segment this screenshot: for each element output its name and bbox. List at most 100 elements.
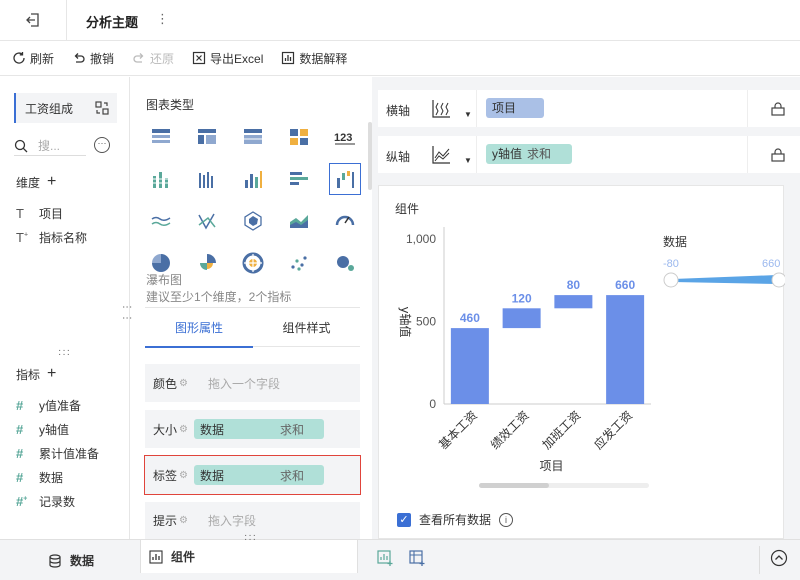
divider (66, 0, 67, 41)
dataset-selector[interactable]: 工资组成 (14, 93, 117, 123)
caret-down-icon[interactable]: ▼ (464, 156, 472, 165)
refresh-label: 刷新 (30, 51, 55, 66)
dataset-name: 工资组成 (25, 101, 74, 116)
resize-handle[interactable]: ··· ··· (58, 346, 71, 360)
tab-component-style[interactable]: 组件样式 (253, 308, 360, 348)
info-icon[interactable]: i (499, 512, 514, 527)
refresh-button[interactable]: 刷新 (12, 50, 54, 67)
text-field-icon: T (16, 206, 24, 221)
calculated-text-field-icon: T+ (16, 230, 29, 245)
selected-chart-name: 瀑布图 (146, 273, 183, 287)
chart-type-title: 图表类型 (146, 98, 195, 112)
color-property-row[interactable]: 颜色 ⚙ 拖入一个字段 (145, 364, 360, 402)
label-field-name: 数据 (199, 468, 224, 483)
metric-item[interactable]: # y值准备 (16, 397, 81, 414)
mixed-chart-icon[interactable] (283, 121, 315, 153)
tab-data[interactable]: 数据 (48, 540, 94, 580)
metric-title: 指标 (16, 367, 41, 382)
redo-button[interactable]: 还原 (132, 50, 174, 67)
horizontal-bar-chart-icon[interactable] (283, 163, 315, 195)
chart-scrollbar-thumb (479, 483, 549, 488)
rose-chart-icon[interactable] (191, 247, 223, 279)
waterfall-chart-icon[interactable] (329, 163, 361, 195)
panel-resize-handle[interactable]: ⋮⋮ (121, 302, 132, 324)
bar-chart-icon[interactable] (237, 163, 269, 195)
field-search-input[interactable]: 搜... (14, 136, 86, 156)
dimension-label: 项目 (39, 207, 64, 221)
detail-table-icon[interactable] (237, 121, 269, 153)
metric-label: y值准备 (39, 399, 82, 413)
scatter-chart-icon[interactable] (283, 247, 315, 279)
sunburst-chart-icon[interactable] (237, 247, 269, 279)
tooltip-drop-placeholder: 拖入字段 (207, 514, 256, 528)
size-field-pill[interactable]: 数据 求和 (193, 419, 324, 439)
line-chart-icon[interactable] (145, 205, 177, 237)
chart-editor: 横轴 ▼ 项目 纵轴 ▼ y轴值 求和 组件 0 500 1,000 y轴值 460 基本工… (372, 77, 800, 539)
label-property-row[interactable]: 标签 ⚙ 数据 求和 (144, 455, 361, 495)
add-table-component-icon[interactable] (408, 549, 426, 567)
legend-gradient-bar (673, 275, 777, 284)
lock-icon[interactable] (770, 147, 786, 163)
tab-graphic-properties[interactable]: 图形属性 (145, 308, 253, 348)
field-panel: 工资组成 搜... ··· 维度 + T 项目 T+ 指标名称 ··· ··· … (0, 77, 130, 539)
metric-item[interactable]: # 累计值准备 (16, 445, 99, 462)
settings-icon[interactable]: ⚙ (179, 378, 188, 389)
metric-item[interactable]: #+ 记录数 (16, 493, 75, 510)
lock-icon[interactable] (770, 101, 786, 117)
more-menu-icon[interactable]: ⋮ (156, 11, 169, 27)
grouped-bar-chart-icon[interactable] (191, 163, 223, 195)
metric-item[interactable]: # 数据 (16, 469, 63, 486)
add-metric-icon[interactable]: + (47, 365, 56, 383)
add-component-icon[interactable] (376, 549, 394, 567)
table-chart-icon[interactable] (145, 121, 177, 153)
kpi-number-icon[interactable]: 123 (329, 121, 361, 153)
metric-label: 数据 (39, 471, 64, 485)
y-field-name: y轴值 (492, 147, 523, 161)
show-all-data-checkbox[interactable]: ✓ 查看所有数据 i (397, 511, 514, 528)
y-field-pill[interactable]: y轴值 求和 (486, 144, 572, 164)
collapse-up-icon[interactable] (770, 549, 788, 567)
radar-chart-icon[interactable] (237, 205, 269, 237)
dimension-item[interactable]: T+ 指标名称 (16, 229, 87, 246)
undo-button[interactable]: 撤销 (72, 50, 114, 67)
size-field-name: 数据 (199, 422, 224, 437)
caret-down-icon[interactable]: ▼ (464, 110, 472, 119)
divider (747, 136, 748, 173)
checkbox-checked-icon[interactable]: ✓ (397, 512, 411, 527)
add-dimension-icon[interactable]: + (47, 173, 56, 191)
calculated-number-field-icon: #+ (16, 494, 28, 509)
export-excel-button[interactable]: 导出Excel (192, 50, 263, 67)
data-explain-button[interactable]: 数据解释 (281, 50, 347, 67)
dimension-item[interactable]: T 项目 (16, 205, 63, 222)
top-bar: 分析主题 ⋮ (0, 0, 800, 41)
bubble-chart-icon[interactable] (329, 247, 361, 279)
label-field-pill[interactable]: 数据 求和 (193, 465, 324, 485)
size-property-row[interactable]: 大小 ⚙ 数据 求和 (145, 410, 360, 448)
settings-icon[interactable]: ⚙ (179, 515, 188, 526)
radar-line-chart-icon[interactable] (191, 205, 223, 237)
x-tick-label: 应发工资 (591, 408, 636, 453)
explain-label: 数据解释 (299, 51, 348, 66)
metric-label: 记录数 (39, 495, 76, 509)
settings-icon[interactable]: ⚙ (179, 470, 188, 481)
show-all-label: 查看所有数据 (419, 513, 492, 527)
area-chart-icon[interactable] (283, 205, 315, 237)
metric-item[interactable]: # y轴值 (16, 421, 69, 438)
waterfall-chart: 0 500 1,000 y轴值 460 基本工资 120 绩效工资 80 加班工资 660 应发工资项… (398, 227, 785, 488)
x-axis-icon[interactable] (430, 98, 452, 120)
resize-handle[interactable]: ··· ··· (244, 531, 257, 545)
waterfall-bar (502, 308, 541, 329)
settings-icon[interactable]: ⚙ (179, 424, 188, 435)
more-options-icon[interactable]: ··· (94, 137, 110, 153)
number-field-icon: # (16, 398, 24, 413)
cross-table-icon[interactable] (191, 121, 223, 153)
exit-icon[interactable] (24, 11, 42, 29)
y-axis-title: y轴值 (398, 306, 413, 337)
x-tick-label: 基本工资 (436, 408, 480, 452)
switch-dataset-icon[interactable] (95, 101, 109, 115)
dot-bar-chart-icon[interactable] (145, 163, 177, 195)
color-label: 颜色 (153, 376, 178, 391)
x-field-pill[interactable]: 项目 (486, 98, 544, 118)
gauge-chart-icon[interactable] (329, 205, 361, 237)
y-axis-icon[interactable] (430, 144, 452, 166)
